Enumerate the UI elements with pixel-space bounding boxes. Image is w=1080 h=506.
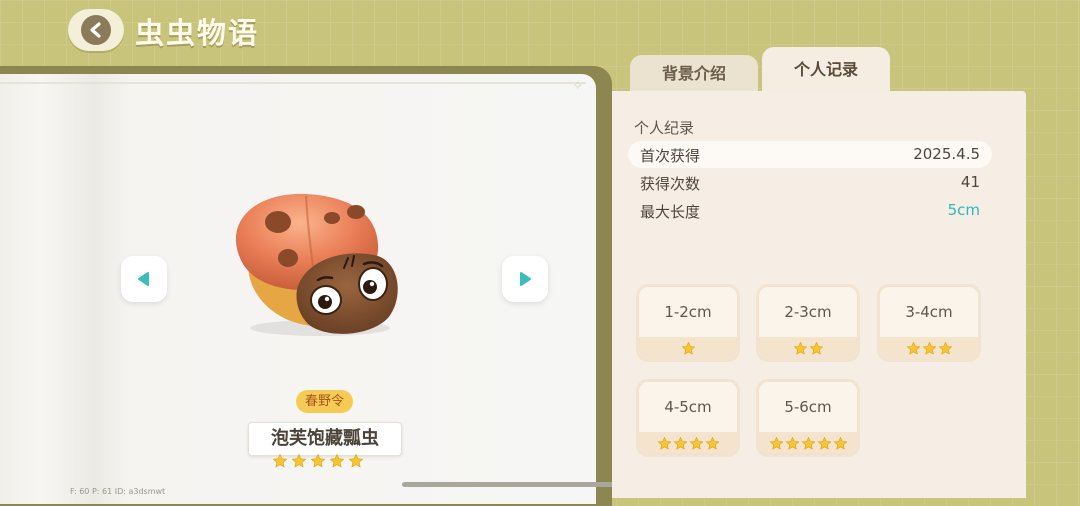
record-label: 首次获得 (640, 147, 701, 165)
star-icon (769, 436, 783, 449)
star-icon (681, 341, 695, 354)
record-section-title: 个人纪录 (634, 119, 695, 137)
star-icon (349, 454, 363, 468)
back-button[interactable] (68, 9, 124, 51)
star-icon (809, 341, 823, 354)
next-bug-button[interactable] (502, 256, 548, 302)
size-card-1[interactable]: 1-2cm (636, 284, 740, 362)
page-title: 虫虫物语 (135, 16, 260, 50)
record-row-first-obtained: 首次获得 2025.4.5 (628, 141, 992, 168)
size-card-3[interactable]: 3-4cm (877, 284, 981, 362)
record-value: 2025.4.5 (913, 145, 980, 163)
size-range-label: 2-3cm (784, 303, 832, 321)
triangle-left-icon (138, 272, 149, 286)
debug-info: F: 60 P: 61 ID: a3dsmwt (70, 487, 166, 496)
size-stars (759, 432, 857, 454)
record-label: 获得次数 (640, 175, 701, 193)
record-row-obtain-count: 获得次数 41 (628, 169, 992, 196)
chevron-left-icon (81, 15, 111, 45)
star-icon (801, 436, 815, 449)
size-range-label: 4-5cm (664, 398, 712, 416)
page-corner-icon: ✧ (572, 78, 584, 94)
star-icon (273, 454, 287, 468)
size-range-label: 3-4cm (905, 303, 953, 321)
star-icon (657, 436, 671, 449)
star-icon (922, 341, 936, 354)
star-icon (906, 341, 920, 354)
size-stars (639, 432, 737, 454)
record-value: 41 (960, 173, 980, 191)
size-card-5[interactable]: 5-6cm (756, 379, 860, 457)
ladybug-illustration (235, 193, 398, 336)
star-icon (833, 436, 847, 449)
star-icon (793, 341, 807, 354)
tab-personal-record[interactable]: 个人记录 (762, 47, 890, 93)
triangle-right-icon (520, 272, 531, 286)
star-icon (938, 341, 952, 354)
size-range-label: 1-2cm (664, 303, 712, 321)
star-icon (785, 436, 799, 449)
size-stars (880, 337, 978, 359)
season-badge: 春野令 (296, 390, 353, 413)
size-stars (759, 337, 857, 359)
size-card-4[interactable]: 4-5cm (636, 379, 740, 457)
star-icon (689, 436, 703, 449)
star-icon (705, 436, 719, 449)
star-icon (330, 454, 344, 468)
record-label: 最大长度 (640, 203, 701, 221)
star-icon (292, 454, 306, 468)
star-icon (673, 436, 687, 449)
size-stars (639, 337, 737, 359)
size-range-label: 5-6cm (784, 398, 832, 416)
star-icon (311, 454, 325, 468)
tab-background-intro[interactable]: 背景介绍 (630, 55, 758, 93)
record-value: 5cm (947, 201, 980, 219)
prev-bug-button[interactable] (121, 256, 167, 302)
bug-rarity-stars (272, 453, 364, 469)
record-row-max-length: 最大长度 5cm (628, 197, 992, 224)
size-card-2[interactable]: 2-3cm (756, 284, 860, 362)
bug-name-label: 泡芙饱藏瓢虫 (248, 422, 402, 456)
star-icon (817, 436, 831, 449)
